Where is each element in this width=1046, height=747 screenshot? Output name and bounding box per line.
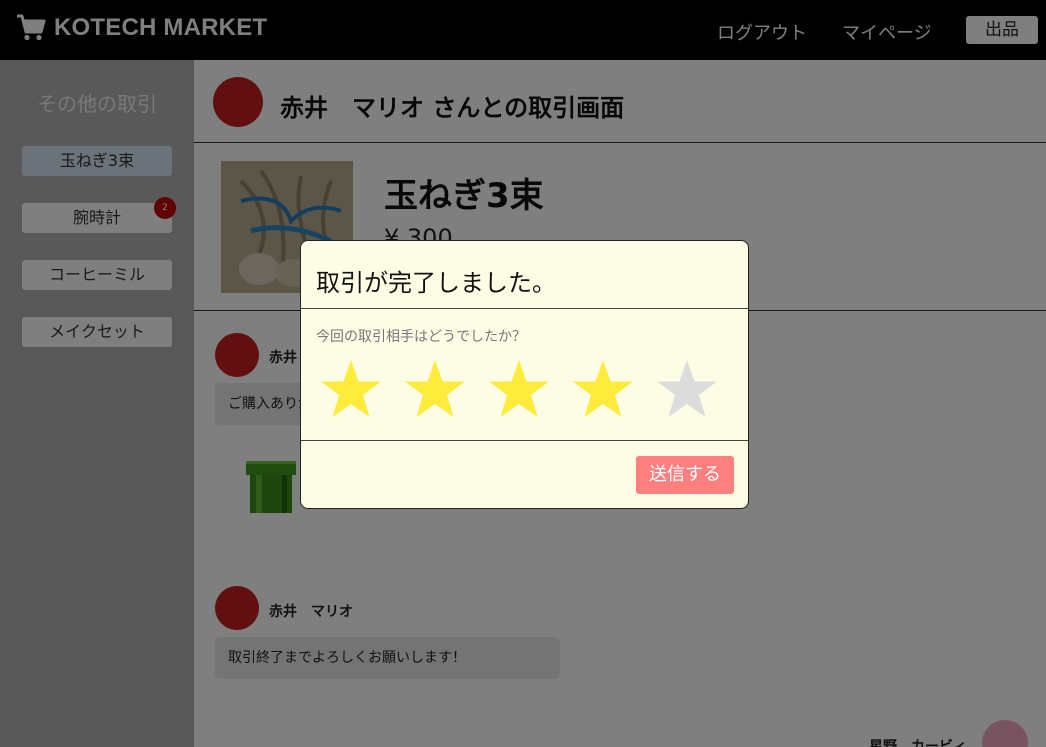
rating-dialog: 取引が完了しました。 今回の取引相手はどうでしたか？ 送信する: [300, 240, 749, 509]
divider: [301, 440, 748, 441]
star-3-icon[interactable]: [488, 359, 550, 419]
divider: [301, 308, 748, 309]
star-5-icon[interactable]: [656, 359, 718, 419]
dialog-title: 取引が完了しました。: [316, 269, 556, 297]
star-1-icon[interactable]: [320, 359, 382, 419]
rating-question: 今回の取引相手はどうでしたか？: [316, 329, 526, 345]
star-2-icon[interactable]: [404, 359, 466, 419]
star-4-icon[interactable]: [572, 359, 634, 419]
submit-button[interactable]: 送信する: [636, 456, 734, 494]
